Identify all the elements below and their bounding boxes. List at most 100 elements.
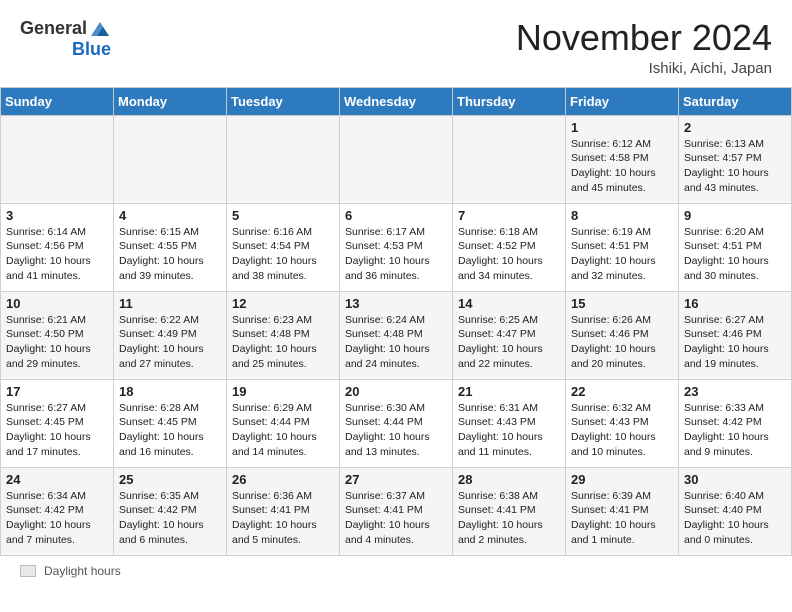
day-number: 27	[345, 472, 447, 487]
day-number: 11	[119, 296, 221, 311]
day-number: 7	[458, 208, 560, 223]
calendar-cell: 19 Sunrise: 6:29 AM Sunset: 4:44 PM Dayli…	[227, 379, 340, 467]
calendar-cell: 23 Sunrise: 6:33 AM Sunset: 4:42 PM Dayli…	[679, 379, 792, 467]
day-info: Sunrise: 6:15 AM Sunset: 4:55 PM Dayligh…	[119, 225, 221, 284]
calendar-cell	[114, 115, 227, 203]
calendar-table: SundayMondayTuesdayWednesdayThursdayFrid…	[0, 87, 792, 556]
calendar-cell: 30 Sunrise: 6:40 AM Sunset: 4:40 PM Dayli…	[679, 467, 792, 555]
calendar-day-header: Tuesday	[227, 87, 340, 115]
day-number: 19	[232, 384, 334, 399]
day-number: 28	[458, 472, 560, 487]
calendar-cell: 26 Sunrise: 6:36 AM Sunset: 4:41 PM Dayli…	[227, 467, 340, 555]
calendar-day-header: Sunday	[1, 87, 114, 115]
calendar-cell	[1, 115, 114, 203]
day-info: Sunrise: 6:34 AM Sunset: 4:42 PM Dayligh…	[6, 489, 108, 548]
day-info: Sunrise: 6:21 AM Sunset: 4:50 PM Dayligh…	[6, 313, 108, 372]
calendar-cell	[340, 115, 453, 203]
calendar-week-row: 24 Sunrise: 6:34 AM Sunset: 4:42 PM Dayli…	[1, 467, 792, 555]
day-info: Sunrise: 6:40 AM Sunset: 4:40 PM Dayligh…	[684, 489, 786, 548]
calendar-day-header: Monday	[114, 87, 227, 115]
day-number: 23	[684, 384, 786, 399]
logo-blue-text: Blue	[72, 40, 111, 60]
calendar-cell: 16Sunrise: 6:27 AM Sunset: 4:46 PM Dayli…	[679, 291, 792, 379]
calendar-header-row: SundayMondayTuesdayWednesdayThursdayFrid…	[1, 87, 792, 115]
calendar-cell: 29 Sunrise: 6:39 AM Sunset: 4:41 PM Dayli…	[566, 467, 679, 555]
calendar-cell	[453, 115, 566, 203]
day-info: Sunrise: 6:23 AM Sunset: 4:48 PM Dayligh…	[232, 313, 334, 372]
calendar-cell: 21 Sunrise: 6:31 AM Sunset: 4:43 PM Dayli…	[453, 379, 566, 467]
day-number: 21	[458, 384, 560, 399]
title-block: November 2024 Ishiki, Aichi, Japan	[516, 18, 772, 77]
calendar-cell: 5 Sunrise: 6:16 AM Sunset: 4:54 PM Daylig…	[227, 203, 340, 291]
day-info: Sunrise: 6:33 AM Sunset: 4:42 PM Dayligh…	[684, 401, 786, 460]
day-number: 9	[684, 208, 786, 223]
day-number: 17	[6, 384, 108, 399]
calendar-cell: 8Sunrise: 6:19 AM Sunset: 4:51 PM Daylig…	[566, 203, 679, 291]
day-number: 5	[232, 208, 334, 223]
day-number: 24	[6, 472, 108, 487]
calendar-week-row: 3Sunrise: 6:14 AM Sunset: 4:56 PM Daylig…	[1, 203, 792, 291]
calendar-cell: 25 Sunrise: 6:35 AM Sunset: 4:42 PM Dayli…	[114, 467, 227, 555]
day-info: Sunrise: 6:17 AM Sunset: 4:53 PM Dayligh…	[345, 225, 447, 284]
day-info: Sunrise: 6:16 AM Sunset: 4:54 PM Dayligh…	[232, 225, 334, 284]
day-number: 18	[119, 384, 221, 399]
day-number: 29	[571, 472, 673, 487]
calendar-week-row: 10 Sunrise: 6:21 AM Sunset: 4:50 PM Dayli…	[1, 291, 792, 379]
calendar-cell: 14 Sunrise: 6:25 AM Sunset: 4:47 PM Dayli…	[453, 291, 566, 379]
calendar-week-row: 1Sunrise: 6:12 AM Sunset: 4:58 PM Daylig…	[1, 115, 792, 203]
day-info: Sunrise: 6:14 AM Sunset: 4:56 PM Dayligh…	[6, 225, 108, 284]
calendar-cell: 22Sunrise: 6:32 AM Sunset: 4:43 PM Dayli…	[566, 379, 679, 467]
calendar-cell: 3Sunrise: 6:14 AM Sunset: 4:56 PM Daylig…	[1, 203, 114, 291]
day-info: Sunrise: 6:25 AM Sunset: 4:47 PM Dayligh…	[458, 313, 560, 372]
day-info: Sunrise: 6:24 AM Sunset: 4:48 PM Dayligh…	[345, 313, 447, 372]
calendar-cell: 24 Sunrise: 6:34 AM Sunset: 4:42 PM Dayli…	[1, 467, 114, 555]
day-info: Sunrise: 6:39 AM Sunset: 4:41 PM Dayligh…	[571, 489, 673, 548]
day-info: Sunrise: 6:37 AM Sunset: 4:41 PM Dayligh…	[345, 489, 447, 548]
day-info: Sunrise: 6:31 AM Sunset: 4:43 PM Dayligh…	[458, 401, 560, 460]
day-info: Sunrise: 6:18 AM Sunset: 4:52 PM Dayligh…	[458, 225, 560, 284]
day-number: 10	[6, 296, 108, 311]
month-title: November 2024	[516, 18, 772, 58]
day-number: 2	[684, 120, 786, 135]
calendar-cell: 27 Sunrise: 6:37 AM Sunset: 4:41 PM Dayli…	[340, 467, 453, 555]
location-text: Ishiki, Aichi, Japan	[516, 60, 772, 77]
day-number: 14	[458, 296, 560, 311]
day-info: Sunrise: 6:32 AM Sunset: 4:43 PM Dayligh…	[571, 401, 673, 460]
logo-general-text: General	[20, 19, 87, 39]
day-number: 26	[232, 472, 334, 487]
day-info: Sunrise: 6:20 AM Sunset: 4:51 PM Dayligh…	[684, 225, 786, 284]
day-info: Sunrise: 6:28 AM Sunset: 4:45 PM Dayligh…	[119, 401, 221, 460]
day-number: 25	[119, 472, 221, 487]
day-number: 15	[571, 296, 673, 311]
calendar-cell: 17 Sunrise: 6:27 AM Sunset: 4:45 PM Dayli…	[1, 379, 114, 467]
day-info: Sunrise: 6:30 AM Sunset: 4:44 PM Dayligh…	[345, 401, 447, 460]
calendar-cell: 18 Sunrise: 6:28 AM Sunset: 4:45 PM Dayli…	[114, 379, 227, 467]
day-number: 30	[684, 472, 786, 487]
day-number: 12	[232, 296, 334, 311]
day-number: 1	[571, 120, 673, 135]
daylight-legend-label: Daylight hours	[44, 564, 121, 578]
day-info: Sunrise: 6:13 AM Sunset: 4:57 PM Dayligh…	[684, 137, 786, 196]
calendar-cell: 20 Sunrise: 6:30 AM Sunset: 4:44 PM Dayli…	[340, 379, 453, 467]
day-info: Sunrise: 6:36 AM Sunset: 4:41 PM Dayligh…	[232, 489, 334, 548]
day-number: 6	[345, 208, 447, 223]
page-header: General Blue November 2024 Ishiki, Aichi…	[0, 0, 792, 87]
calendar-day-header: Wednesday	[340, 87, 453, 115]
calendar-cell: 28Sunrise: 6:38 AM Sunset: 4:41 PM Dayli…	[453, 467, 566, 555]
daylight-legend-box	[20, 565, 36, 577]
calendar-week-row: 17 Sunrise: 6:27 AM Sunset: 4:45 PM Dayli…	[1, 379, 792, 467]
calendar-cell: 7 Sunrise: 6:18 AM Sunset: 4:52 PM Daylig…	[453, 203, 566, 291]
calendar-cell: 13 Sunrise: 6:24 AM Sunset: 4:48 PM Dayli…	[340, 291, 453, 379]
calendar-cell: 15 Sunrise: 6:26 AM Sunset: 4:46 PM Dayli…	[566, 291, 679, 379]
day-info: Sunrise: 6:26 AM Sunset: 4:46 PM Dayligh…	[571, 313, 673, 372]
calendar-footer: Daylight hours	[0, 556, 792, 586]
day-number: 13	[345, 296, 447, 311]
day-number: 16	[684, 296, 786, 311]
calendar-cell: 6 Sunrise: 6:17 AM Sunset: 4:53 PM Daylig…	[340, 203, 453, 291]
calendar-cell: 12 Sunrise: 6:23 AM Sunset: 4:48 PM Dayli…	[227, 291, 340, 379]
day-info: Sunrise: 6:35 AM Sunset: 4:42 PM Dayligh…	[119, 489, 221, 548]
calendar-day-header: Thursday	[453, 87, 566, 115]
day-info: Sunrise: 6:29 AM Sunset: 4:44 PM Dayligh…	[232, 401, 334, 460]
day-info: Sunrise: 6:27 AM Sunset: 4:45 PM Dayligh…	[6, 401, 108, 460]
day-number: 20	[345, 384, 447, 399]
